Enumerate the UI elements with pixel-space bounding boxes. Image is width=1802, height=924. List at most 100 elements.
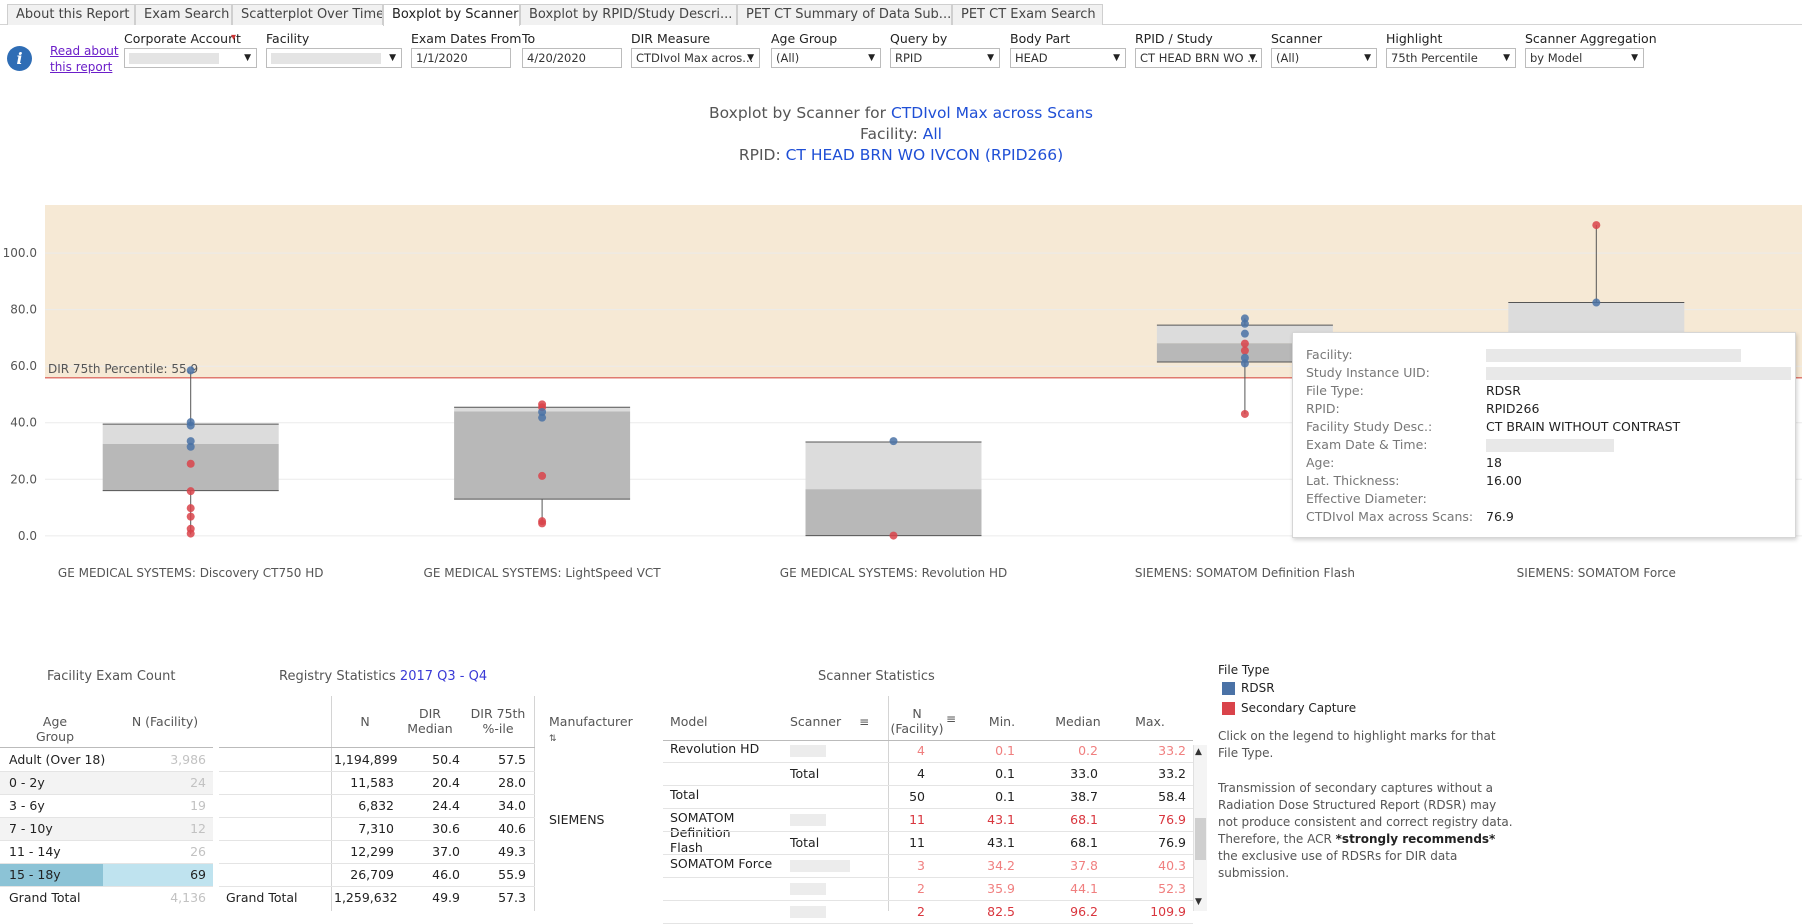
n-facility-cell[interactable]: 3,986 (150, 752, 206, 767)
exam-dates-to-input[interactable]: 4/20/2020 (522, 48, 622, 68)
data-point (538, 413, 547, 422)
median-cell: 33.0 (1070, 766, 1098, 781)
row-divider (663, 877, 1193, 878)
age-group-cell[interactable]: 15 - 18y (9, 867, 61, 882)
body-part-select[interactable]: HEAD ▼ (1010, 48, 1126, 68)
n-facility-cell[interactable]: 19 (150, 798, 206, 813)
scanner-header[interactable]: Scanner ≡ (790, 714, 870, 730)
n-facility-header: N (Facility) (890, 706, 944, 736)
model-header: Model (670, 714, 708, 729)
y-tick-label: 20.0 (10, 472, 37, 486)
max-header: Max. (1135, 714, 1165, 729)
min-cell: 34.2 (987, 858, 1015, 873)
data-point (1592, 221, 1601, 230)
highlight-select[interactable]: 75th Percentile ▼ (1386, 48, 1516, 68)
tab-boxplot-rpid[interactable]: Boxplot by RPID/Study Descri... (520, 4, 737, 25)
model-cell[interactable]: Total (670, 787, 699, 802)
row-divider (663, 831, 1193, 832)
n-facility-cell[interactable]: 12 (150, 821, 206, 836)
n-facility-cell[interactable]: 26 (150, 844, 206, 859)
manufacturer-header[interactable]: Manufacturer ⇅ (549, 714, 633, 747)
legend-swatch-secondary[interactable] (1222, 702, 1235, 715)
age-group-cell[interactable]: 3 - 6y (9, 798, 45, 813)
tooltip-value: 18 (1486, 455, 1502, 470)
dir-measure-select[interactable]: CTDIvol Max acros... ▼ (631, 48, 760, 68)
divider (331, 696, 332, 911)
title-measure: CTDIvol Max across Scans (890, 104, 1093, 122)
read-about-link[interactable]: Read about this report (50, 43, 122, 75)
model-cell[interactable]: Revolution HD (670, 741, 759, 756)
age-group-cell[interactable]: 0 - 2y (9, 775, 45, 790)
mark-tooltip: Facility: Study Instance UID: File Type: RD… (1292, 332, 1796, 538)
median-cell: 37.8 (1070, 858, 1098, 873)
age-group-select[interactable]: (All) ▼ (771, 48, 881, 68)
row-divider (219, 794, 535, 795)
scanner-cell[interactable]: Total (790, 766, 819, 781)
tooltip-key: Age: (1306, 455, 1335, 470)
filter-clear-icon[interactable]: ▾ (231, 32, 236, 43)
tab-exam-search[interactable]: Exam Search (135, 4, 232, 25)
registry-p75-cell: 55.9 (498, 867, 526, 882)
redacted-value (271, 53, 381, 64)
chart-title-line1: Boxplot by Scanner for CTDIvol Max acros… (0, 104, 1802, 122)
row-divider (219, 817, 535, 818)
rdsr-recommendation-note: Transmission of secondary captures witho… (1218, 780, 1518, 882)
tab-scatterplot[interactable]: Scatterplot Over Time (232, 4, 383, 25)
tooltip-value: CT BRAIN WITHOUT CONTRAST (1486, 419, 1681, 434)
scanner-label: Scanner (1271, 31, 1323, 46)
sort-icon[interactable]: ≡ (946, 712, 956, 726)
legend-label-rdsr[interactable]: RDSR (1241, 681, 1275, 695)
data-point (1240, 346, 1249, 355)
exam-dates-from-input[interactable]: 1/1/2020 (411, 48, 511, 68)
age-group-cell[interactable]: Adult (Over 18) (9, 752, 105, 767)
scroll-thumb[interactable] (1195, 818, 1206, 860)
sort-icon[interactable]: ⇅ (549, 734, 557, 744)
info-icon[interactable]: i (7, 46, 32, 71)
tab-pet-exam-search[interactable]: PET CT Exam Search (952, 4, 1103, 25)
data-point (1240, 319, 1249, 328)
legend-note: Click on the legend to highlight marks f… (1218, 729, 1496, 760)
query-by-select[interactable]: RPID ▼ (890, 48, 1000, 68)
corporate-account-select[interactable]: ▼ (124, 48, 257, 68)
n-facility-cell[interactable]: 69 (150, 867, 206, 882)
tooltip-row: Effective Diameter: (1306, 491, 1786, 509)
facility-select[interactable]: ▼ (266, 48, 402, 68)
model-cell[interactable]: SOMATOM Definition Flash (670, 810, 760, 855)
legend-swatch-rdsr[interactable] (1222, 682, 1235, 695)
scroll-up-icon[interactable]: ▲ (1195, 747, 1202, 757)
tab-pet-summary[interactable]: PET CT Summary of Data Sub... (737, 4, 952, 25)
data-point (186, 421, 195, 430)
data-point (186, 504, 195, 513)
chart-title-line3: RPID: CT HEAD BRN WO IVCON (RPID266) (0, 146, 1802, 164)
registry-n-cell: 26,709 (350, 867, 394, 882)
age-group-cell[interactable]: 11 - 14y (9, 844, 61, 859)
data-point (889, 531, 898, 540)
redacted-scanner (790, 906, 826, 918)
header-divider (219, 747, 535, 748)
title-rpid: CT HEAD BRN WO IVCON (RPID266) (785, 146, 1064, 164)
table-scrollbar[interactable]: ▲ ▼ (1193, 745, 1207, 911)
registry-median-cell: 37.0 (432, 844, 460, 859)
max-cell: 58.4 (1158, 789, 1186, 804)
scanner-select[interactable]: (All) ▼ (1271, 48, 1377, 68)
to-label: To (522, 31, 536, 46)
sort-icon[interactable]: ≡ (859, 715, 869, 729)
tab-boxplot-scanner[interactable]: Boxplot by Scanner (383, 4, 520, 26)
scroll-down-icon[interactable]: ▼ (1195, 897, 1202, 907)
row-divider (0, 886, 213, 887)
age-group-cell[interactable]: 7 - 10y (9, 821, 53, 836)
n-facility-cell[interactable]: 24 (150, 775, 206, 790)
row-divider (663, 762, 1193, 763)
model-cell[interactable]: SOMATOM Force (670, 856, 772, 871)
redacted-scanner (790, 814, 826, 826)
legend-label-secondary[interactable]: Secondary Capture (1241, 701, 1356, 715)
rpid-study-select[interactable]: CT HEAD BRN WO ... ▼ (1135, 48, 1262, 68)
chevron-down-icon: ▼ (1631, 53, 1638, 63)
registry-n-cell: 11,583 (350, 775, 394, 790)
data-point (186, 366, 195, 375)
scanner-cell[interactable]: Total (790, 835, 819, 850)
median-cell: 68.1 (1070, 835, 1098, 850)
scanner-aggregation-select[interactable]: by Model ▼ (1525, 48, 1644, 68)
exam-dates-from-label: Exam Dates From (411, 31, 522, 46)
tab-about[interactable]: About this Report (7, 4, 135, 25)
